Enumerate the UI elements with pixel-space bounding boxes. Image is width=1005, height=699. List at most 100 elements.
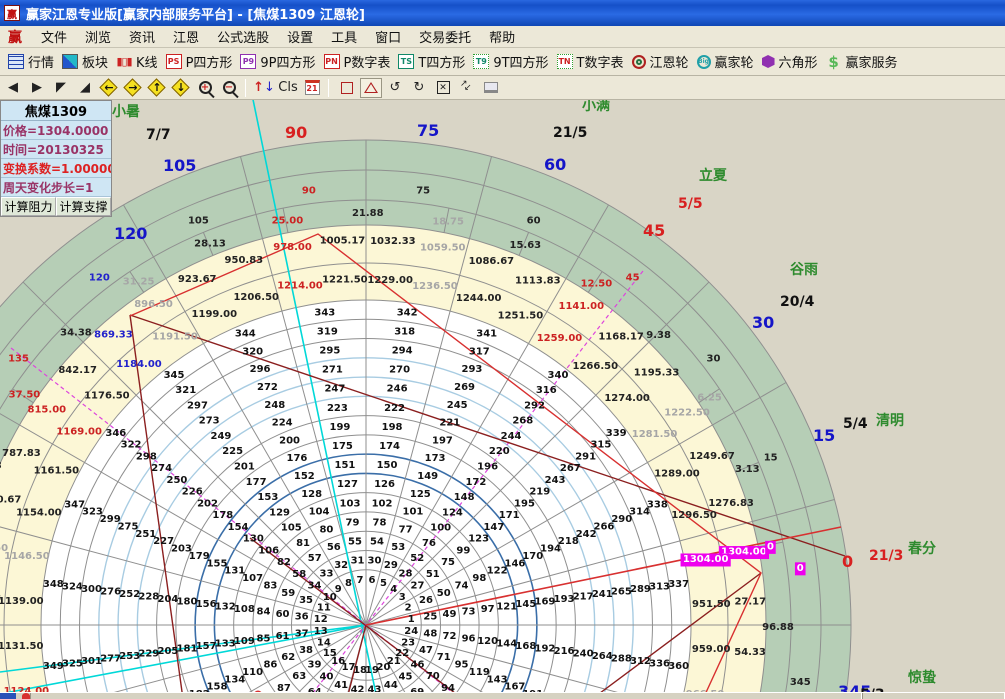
svg-text:0: 0 — [797, 563, 804, 574]
tool-fit[interactable]: ↗↙ — [456, 78, 478, 98]
menu-item-浏览[interactable]: 浏览 — [76, 25, 120, 48]
p-table-icon: PN — [324, 54, 340, 69]
menu-item-江恩[interactable]: 江恩 — [164, 25, 208, 48]
svg-text:132: 132 — [215, 601, 236, 612]
svg-text:1086.67: 1086.67 — [469, 256, 515, 267]
tool-zoom-in[interactable]: + — [194, 78, 216, 98]
menu-item-文件[interactable]: 文件 — [32, 25, 76, 48]
svg-text:27.17: 27.17 — [734, 596, 766, 607]
svg-text:15.63: 15.63 — [510, 240, 542, 251]
svg-text:243: 243 — [545, 475, 566, 486]
toolbar-button-quotes[interactable]: 行情 — [8, 52, 54, 71]
toolbar-label: P四方形 — [186, 52, 233, 71]
menu-item-资讯[interactable]: 资讯 — [120, 25, 164, 48]
tool-rotate-ccw[interactable]: ↺ — [384, 78, 406, 98]
svg-text:71: 71 — [437, 652, 451, 663]
tool-cursor-nw[interactable]: ◤ — [50, 78, 72, 98]
tool-triangle-tool[interactable] — [360, 78, 382, 98]
tool-rotate-cw[interactable]: ↻ — [408, 78, 430, 98]
toolbar-button-t-table[interactable]: TN T数字表 — [557, 52, 624, 71]
svg-text:152: 152 — [294, 471, 315, 482]
svg-text:5: 5 — [380, 578, 387, 589]
svg-text:1113.83: 1113.83 — [515, 275, 561, 286]
tool-screen[interactable] — [480, 78, 502, 98]
tool-pan-down[interactable]: ↓ — [170, 78, 192, 98]
svg-text:105: 105 — [281, 523, 302, 534]
toolbar-label: 赢家服务 — [846, 52, 898, 71]
svg-text:197: 197 — [432, 435, 453, 446]
svg-text:3.13: 3.13 — [735, 464, 760, 475]
svg-text:3: 3 — [399, 592, 406, 603]
tool-delete-box[interactable]: ✕ — [432, 78, 454, 98]
svg-text:44: 44 — [384, 680, 398, 691]
menu-item-工具[interactable]: 工具 — [322, 25, 366, 48]
tool-rect-tool[interactable] — [336, 78, 358, 98]
svg-text:34: 34 — [308, 580, 322, 591]
drawing-toolbar: ◀▶◤◢←→↑↓+−↑↓Cls21↺↻✕↗↙ — [0, 76, 1005, 100]
svg-text:48: 48 — [423, 628, 437, 639]
menu-item-公式选股[interactable]: 公式选股 — [208, 25, 278, 48]
tool-zoom-out[interactable]: − — [218, 78, 240, 98]
toolbar-button-winner-wheel[interactable]: Big赢家轮 — [697, 52, 754, 71]
toolbar-button-hexagon[interactable]: 六角形 — [762, 52, 818, 71]
svg-text:1289.00: 1289.00 — [654, 468, 700, 479]
title-bar[interactable]: 赢 赢家江恩专业版[赢家内部服务平台] - [焦煤1309 江恩轮] — [0, 0, 1005, 26]
menu-item-帮助[interactable]: 帮助 — [480, 25, 524, 48]
svg-text:1236.50: 1236.50 — [412, 281, 458, 292]
svg-text:320: 320 — [242, 346, 263, 357]
svg-text:181: 181 — [177, 644, 198, 655]
svg-text:45: 45 — [399, 671, 413, 682]
svg-text:291: 291 — [575, 451, 596, 462]
svg-text:23: 23 — [401, 637, 415, 648]
svg-text:96: 96 — [462, 634, 476, 645]
svg-text:22: 22 — [395, 648, 409, 659]
svg-text:127: 127 — [337, 479, 358, 490]
t-table-icon: TN — [557, 54, 573, 69]
svg-text:133: 133 — [215, 639, 236, 650]
svg-text:33: 33 — [320, 569, 334, 580]
gann-wheel-canvas[interactable]: 1234567891011121314151617181920212223242… — [0, 100, 1005, 699]
tool-pan-up[interactable]: ↑ — [146, 78, 168, 98]
svg-text:1274.00: 1274.00 — [604, 393, 650, 404]
toolbar-button-p-square[interactable]: PSP四方形 — [166, 52, 233, 71]
toolbar-button-9p-square[interactable]: P99P四方形 — [240, 52, 315, 71]
toolbar-button-kline[interactable]: ▮▯▮K线 — [116, 52, 158, 71]
svg-text:76: 76 — [422, 538, 436, 549]
svg-text:292: 292 — [524, 400, 545, 411]
svg-text:1169.00: 1169.00 — [56, 427, 102, 438]
tool-sort[interactable]: ↑↓ — [253, 78, 275, 98]
menu-item-交易委托[interactable]: 交易委托 — [410, 25, 480, 48]
tool-calendar[interactable]: 21 — [301, 78, 323, 98]
panel-button-计算阻力[interactable]: 计算阻力 — [1, 197, 56, 216]
toolbar-button-9t-square[interactable]: T99T四方形 — [473, 52, 548, 71]
svg-text:125: 125 — [410, 489, 431, 500]
svg-text:30: 30 — [752, 313, 774, 332]
svg-text:340: 340 — [548, 370, 569, 381]
tool-cls[interactable]: Cls — [277, 78, 299, 98]
tool-pan-right[interactable]: → — [122, 78, 144, 98]
svg-text:70: 70 — [426, 671, 440, 682]
toolbar-label: T数字表 — [577, 52, 624, 71]
tool-prev[interactable]: ◀ — [2, 78, 24, 98]
toolbar-separator — [245, 79, 246, 97]
svg-text:347: 347 — [64, 499, 85, 510]
svg-text:300: 300 — [81, 584, 102, 595]
svg-text:32: 32 — [334, 560, 348, 571]
toolbar-button-sectors[interactable]: 板块 — [62, 52, 108, 71]
toolbar-button-t-square[interactable]: TST四方形 — [398, 52, 465, 71]
svg-text:154: 154 — [228, 522, 249, 533]
toolbar-label: 六角形 — [779, 52, 818, 71]
svg-text:15: 15 — [764, 452, 778, 463]
svg-text:272: 272 — [257, 382, 278, 393]
toolbar-button-p-table[interactable]: PNP数字表 — [324, 52, 391, 71]
tool-pan-left[interactable]: ← — [98, 78, 120, 98]
panel-button-计算支撑[interactable]: 计算支撑 — [56, 197, 111, 216]
toolbar-button-gann-wheel[interactable]: 江恩轮 — [632, 52, 689, 71]
svg-text:201: 201 — [234, 462, 255, 473]
chart-area[interactable]: 1234567891011121314151617181920212223242… — [0, 100, 1005, 699]
menu-item-设置[interactable]: 设置 — [278, 25, 322, 48]
toolbar-button-winner-service[interactable]: $赢家服务 — [826, 52, 898, 71]
tool-cursor-se[interactable]: ◢ — [74, 78, 96, 98]
tool-next[interactable]: ▶ — [26, 78, 48, 98]
menu-item-窗口[interactable]: 窗口 — [366, 25, 410, 48]
